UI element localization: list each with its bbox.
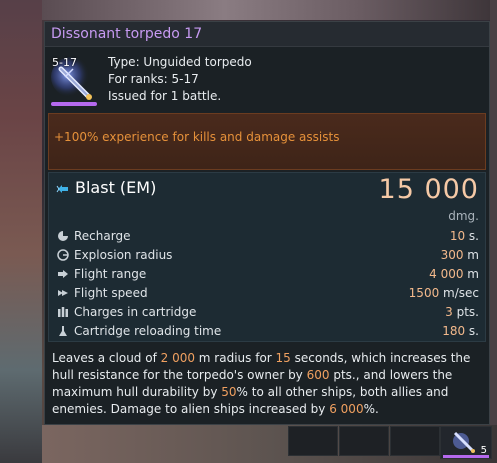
weapon-name: Blast (EM)	[75, 178, 157, 197]
stat-value: 4 000 m	[429, 267, 479, 281]
stat-value: 300 m	[440, 248, 479, 262]
background-scene-left	[0, 0, 42, 463]
stat-label: Explosion radius	[74, 248, 173, 262]
bonus-panel: +100% experience for kills and damage as…	[48, 113, 486, 170]
stat-value: 180 s.	[442, 324, 479, 338]
stat-value: 3 pts.	[445, 305, 479, 319]
hotbar-slot-torpedo[interactable]: 5	[440, 426, 492, 459]
stat-row-recharge: Recharge 10 s.	[49, 227, 485, 246]
damage-value: 15 000	[378, 174, 479, 205]
stat-label: Flight speed	[74, 286, 148, 300]
item-info: Type: Unguided torpedo For ranks: 5-17 I…	[108, 54, 252, 105]
stat-value: 1500 m/sec	[408, 286, 479, 300]
stat-row-flight-range: Flight range 4 000 m	[49, 265, 485, 284]
item-title: Dissonant torpedo 17	[51, 26, 203, 42]
item-description: Leaves a cloud of 2 000 m radius for 15 …	[52, 351, 471, 416]
hotbar-slot[interactable]	[390, 426, 440, 456]
hotbar-slot-rarity-bar	[443, 455, 489, 458]
stat-row-flight-speed: Flight speed 1500 m/sec	[49, 284, 485, 303]
rank-badge: 5-17	[52, 56, 77, 69]
range-icon	[58, 270, 68, 278]
bonus-text: +100% experience for kills and damage as…	[54, 130, 340, 144]
tooltip-header: Dissonant torpedo 17	[45, 22, 489, 47]
background-ship-hull	[42, 0, 497, 20]
hotbar-slot[interactable]	[288, 426, 338, 456]
item-ranks: For ranks: 5-17	[108, 72, 199, 86]
stats-panel: Blast (EM) 15 000 dmg. Recharge 10 s. Ex…	[48, 172, 486, 342]
stat-row-explosion-radius: Explosion radius 300 m	[49, 246, 485, 265]
rarity-bar	[51, 102, 97, 106]
stat-row-charges: Charges in cartridge 3 pts.	[49, 303, 485, 322]
item-type: Type: Unguided torpedo	[108, 55, 252, 69]
damage-unit: dmg.	[448, 209, 479, 223]
stat-value: 10 s.	[449, 229, 479, 243]
stat-row-reload-time: Cartridge reloading time 180 s.	[49, 322, 485, 341]
item-tooltip: Dissonant torpedo 17 5-17 Type: Unguided…	[44, 21, 490, 425]
hotbar-slot[interactable]	[339, 426, 389, 456]
reload-icon	[59, 326, 67, 336]
stat-label: Recharge	[74, 229, 131, 243]
item-issued: Issued for 1 battle.	[108, 89, 222, 103]
stat-label: Flight range	[74, 267, 147, 281]
stat-label: Charges in cartridge	[74, 305, 197, 319]
recharge-icon	[58, 231, 68, 241]
torpedo-icon	[453, 431, 475, 453]
speed-icon	[58, 290, 68, 296]
charges-icon	[58, 307, 68, 317]
background-scene-right	[490, 0, 497, 463]
blast-em-icon	[56, 185, 68, 193]
radius-icon	[57, 249, 69, 261]
stat-label: Cartridge reloading time	[74, 324, 222, 338]
